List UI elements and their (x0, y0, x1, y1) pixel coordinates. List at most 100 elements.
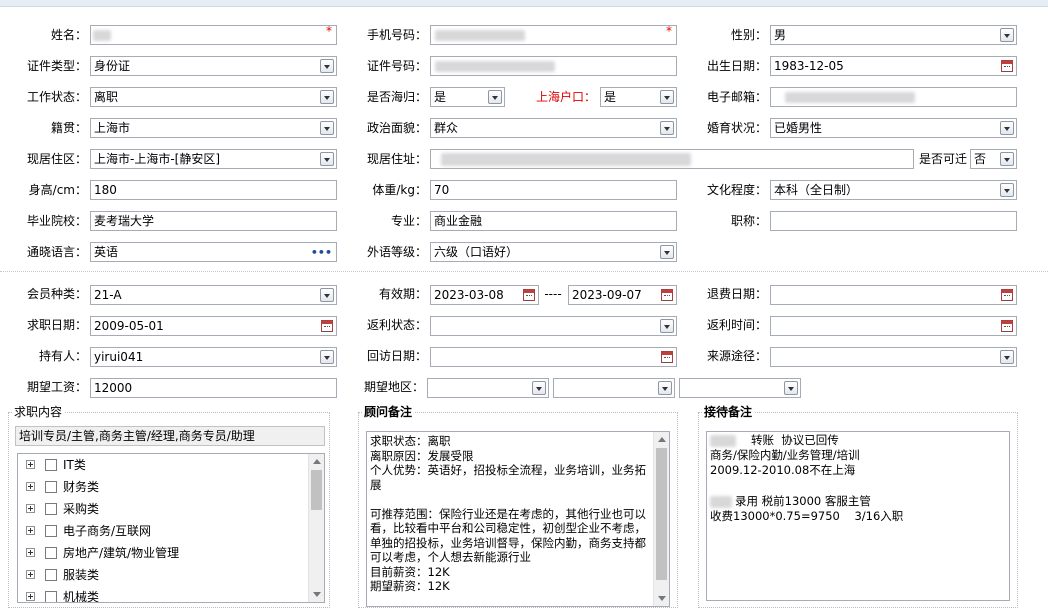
scroll-down-icon[interactable] (313, 592, 321, 597)
expand-icon[interactable] (26, 460, 35, 469)
native-place-select[interactable]: 上海市 (90, 118, 337, 138)
chevron-down-icon[interactable] (488, 90, 502, 104)
gender-select[interactable]: 男 (770, 25, 1017, 45)
job-category-tree[interactable]: IT类 财务类 采购类 电子商务/互联网 房地产/建筑/物业管理 服装类 机械类 (17, 453, 325, 603)
rebate-time-field[interactable] (770, 316, 1017, 336)
checkbox[interactable] (45, 569, 57, 581)
calendar-icon[interactable] (1001, 60, 1013, 72)
work-status-value: 离职 (94, 90, 119, 104)
name-field[interactable]: * (90, 24, 337, 45)
scroll-up-icon[interactable] (313, 459, 321, 464)
calendar-icon[interactable] (661, 351, 673, 363)
rebate-status-select[interactable] (430, 316, 677, 336)
gender-label: 性别： (730, 28, 767, 42)
checkbox[interactable] (45, 525, 57, 537)
chevron-down-icon[interactable] (658, 381, 672, 395)
native-place-label: 籍贯： (50, 121, 87, 135)
checkbox[interactable] (45, 459, 57, 471)
calendar-icon[interactable] (321, 320, 333, 332)
height-field[interactable]: 180 (90, 180, 337, 200)
expand-icon[interactable] (26, 570, 35, 579)
scroll-up-icon[interactable] (658, 437, 666, 442)
chevron-down-icon[interactable] (1000, 350, 1014, 364)
chevron-down-icon[interactable] (660, 90, 674, 104)
phone-field[interactable]: * (430, 24, 677, 45)
expected-area-district-select[interactable] (679, 378, 801, 398)
member-type-select[interactable]: 21-A (90, 285, 337, 305)
source-select[interactable] (770, 347, 1017, 367)
shanghai-hukou-value: 是 (604, 90, 617, 104)
education-select[interactable]: 本科（全日制） (770, 180, 1017, 200)
reception-notes-textarea[interactable]: 转账 协议已回传 商务/保险内勤/业务管理/培训 2009.12-2010.08… (706, 431, 1010, 601)
returnee-select[interactable]: 是 (430, 87, 505, 107)
language-level-select[interactable]: 六级（口语好） (430, 242, 677, 262)
language-label: 通晓语言： (26, 245, 87, 259)
chevron-down-icon[interactable] (1000, 183, 1014, 197)
expand-icon[interactable] (26, 482, 35, 491)
consultant-notes-textarea[interactable]: 求职状态：离职 离职原因：发展受限 个人优势：英语好，招投标全流程，业务培训，业… (366, 431, 670, 607)
chevron-down-icon[interactable] (660, 121, 674, 135)
relocate-value: 否 (974, 152, 987, 166)
id-number-field[interactable] (430, 56, 677, 76)
checkbox[interactable] (45, 503, 57, 515)
job-date-value: 2009-05-01 (94, 319, 164, 333)
expected-area-city-select[interactable] (553, 378, 675, 398)
chevron-down-icon[interactable] (320, 59, 334, 73)
calendar-icon[interactable] (661, 289, 673, 301)
expand-icon[interactable] (26, 548, 35, 557)
notes-scrollbar[interactable] (653, 432, 669, 606)
chevron-down-icon[interactable] (320, 288, 334, 302)
email-field[interactable] (770, 87, 1017, 107)
id-type-select[interactable]: 身份证 (90, 56, 337, 76)
expected-area-province-select[interactable] (427, 378, 549, 398)
valid-from-field[interactable]: 2023-03-08 (430, 285, 539, 305)
expected-salary-value: 12000 (94, 381, 133, 395)
residence-area-select[interactable]: 上海市-上海市-[静安区] (90, 149, 337, 169)
calendar-icon[interactable] (523, 289, 535, 301)
chevron-down-icon[interactable] (320, 90, 334, 104)
name-label: 姓名： (50, 28, 87, 42)
school-field[interactable]: 麦考瑞大学 (90, 211, 337, 231)
shanghai-hukou-select[interactable]: 是 (600, 87, 677, 107)
chevron-down-icon[interactable] (320, 152, 334, 166)
language-field[interactable]: 英语 ••• (90, 242, 337, 262)
scroll-thumb[interactable] (656, 448, 667, 580)
refund-date-field[interactable] (770, 285, 1017, 305)
checkbox[interactable] (45, 547, 57, 559)
chevron-down-icon[interactable] (784, 381, 798, 395)
chevron-down-icon[interactable] (320, 121, 334, 135)
chevron-down-icon[interactable] (1000, 121, 1014, 135)
holder-select[interactable]: yirui041 (90, 347, 337, 367)
chevron-down-icon[interactable] (1000, 28, 1014, 42)
tree-scrollbar[interactable] (308, 454, 324, 602)
chevron-down-icon[interactable] (532, 381, 546, 395)
scroll-down-icon[interactable] (658, 596, 666, 601)
title-field[interactable] (770, 211, 1017, 231)
work-status-select[interactable]: 离职 (90, 87, 337, 107)
calendar-icon[interactable] (1001, 320, 1013, 332)
marital-select[interactable]: 已婚男性 (770, 118, 1017, 138)
more-options-icon[interactable]: ••• (311, 246, 332, 259)
job-date-field[interactable]: 2009-05-01 (90, 316, 337, 336)
expand-icon[interactable] (26, 504, 35, 513)
relocate-select[interactable]: 否 (970, 149, 1017, 169)
chevron-down-icon[interactable] (1000, 152, 1014, 166)
political-select[interactable]: 群众 (430, 118, 677, 138)
chevron-down-icon[interactable] (320, 350, 334, 364)
scroll-thumb[interactable] (311, 470, 322, 510)
address-field[interactable] (430, 149, 914, 169)
chevron-down-icon[interactable] (660, 245, 674, 259)
tree-item-label: 采购类 (63, 502, 100, 516)
weight-field[interactable]: 70 (430, 180, 677, 200)
major-field[interactable]: 商业金融 (430, 211, 677, 231)
revisit-date-field[interactable] (430, 347, 677, 367)
checkbox[interactable] (45, 481, 57, 493)
birth-date-field[interactable]: 1983-12-05 (770, 56, 1017, 76)
valid-to-field[interactable]: 2023-09-07 (568, 285, 677, 305)
expected-salary-field[interactable]: 12000 (90, 378, 337, 398)
expand-icon[interactable] (26, 526, 35, 535)
expand-icon[interactable] (26, 592, 35, 601)
calendar-icon[interactable] (1001, 289, 1013, 301)
checkbox[interactable] (45, 591, 57, 602)
chevron-down-icon[interactable] (660, 319, 674, 333)
